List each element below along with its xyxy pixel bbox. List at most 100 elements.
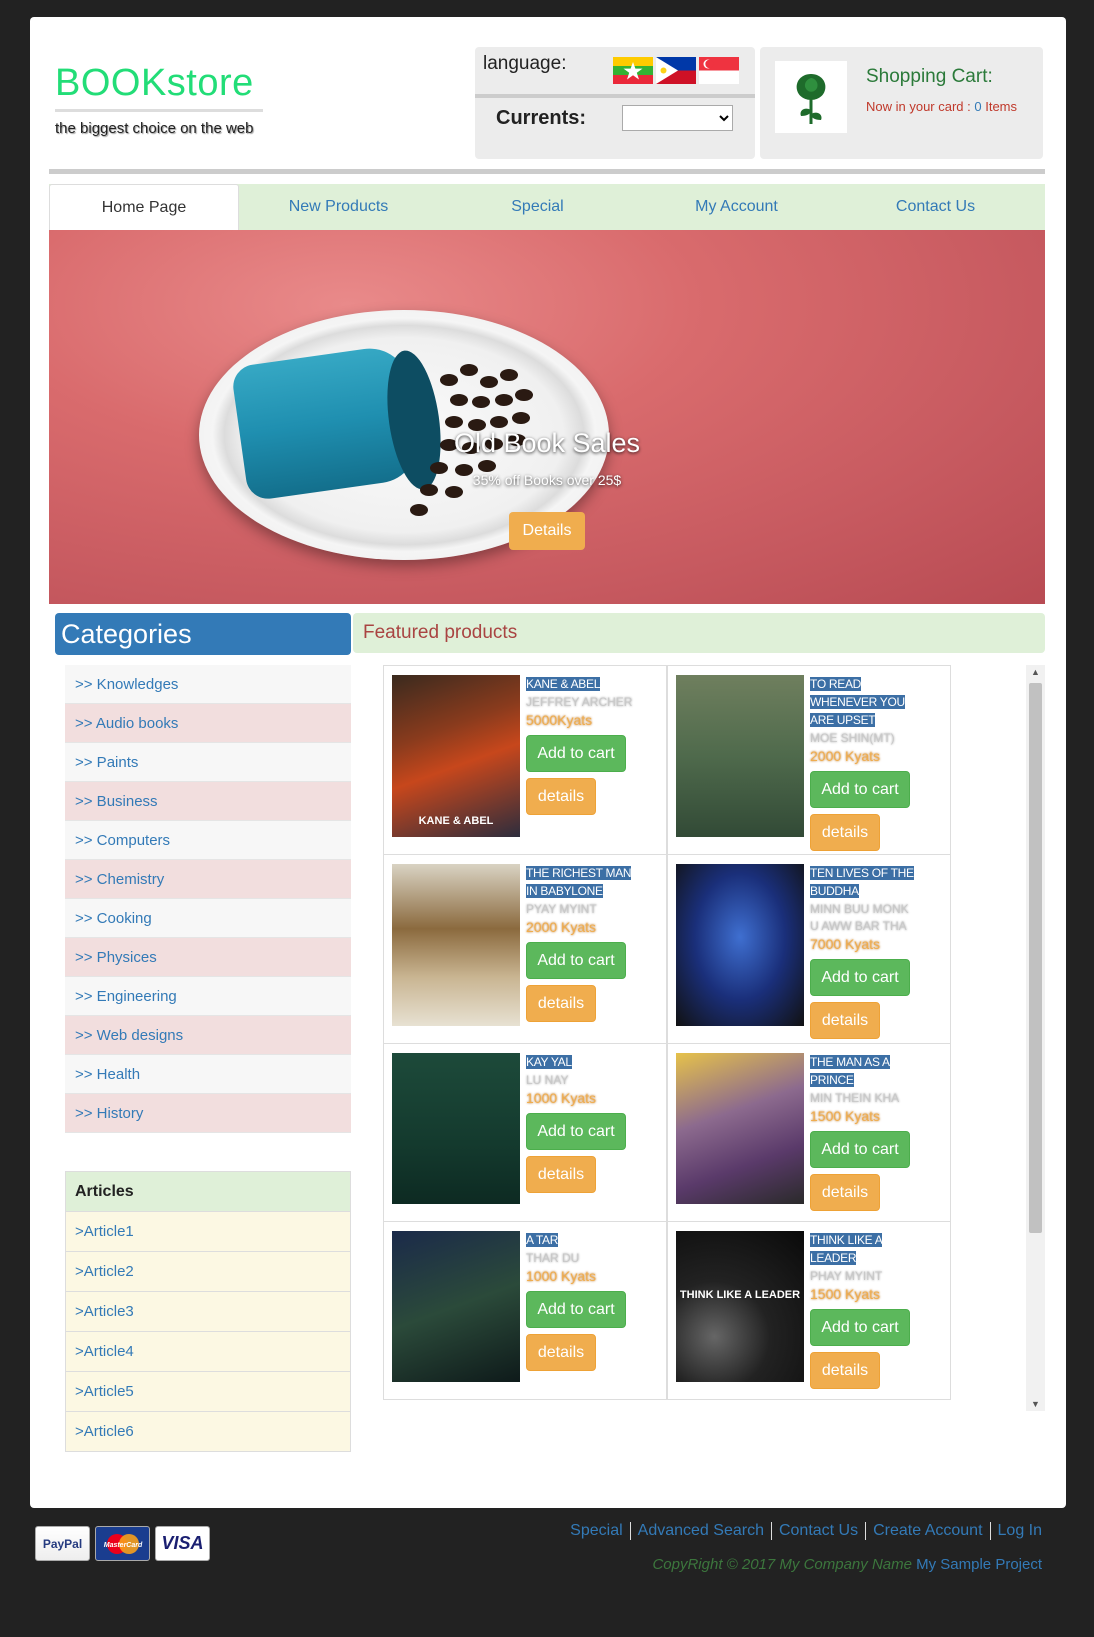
language-label: language:	[483, 53, 567, 74]
category-knowledges[interactable]: >> Knowledges	[65, 665, 351, 704]
currency-select[interactable]	[622, 105, 733, 131]
footer-link-contact-us[interactable]: Contact Us	[772, 1522, 867, 1540]
product-details-button[interactable]: details	[810, 1174, 880, 1211]
product-title[interactable]: A TAR	[526, 1233, 558, 1247]
category-cooking[interactable]: >> Cooking	[65, 899, 351, 938]
cart-title: Shopping Cart:	[866, 66, 993, 87]
category-health[interactable]: >> Health	[65, 1055, 351, 1094]
add-to-cart-button[interactable]: Add to cart	[810, 1309, 910, 1346]
hero-subcaption: 35% off Books over 25$	[472, 472, 622, 488]
product-cover-image[interactable]	[676, 675, 804, 837]
product-cover-image[interactable]	[392, 1231, 520, 1382]
category-business[interactable]: >> Business	[65, 782, 351, 821]
add-to-cart-button[interactable]: Add to cart	[810, 1131, 910, 1168]
singapore-flag-icon[interactable]	[699, 57, 739, 84]
footer-link-log-in[interactable]: Log In	[991, 1522, 1042, 1540]
product-author: MOE SHIN(MT)	[810, 731, 895, 745]
article-link-6[interactable]: >Article6	[66, 1411, 350, 1451]
product-info: KAY YAL LU NAY 1000 Kyats Add to cart detail…	[526, 1053, 666, 1193]
product-details-button[interactable]: details	[526, 985, 596, 1022]
product-cover-image[interactable]	[392, 864, 520, 1026]
logo-tagline: the biggest choice on the web	[55, 120, 254, 137]
featured-products-scroll[interactable]: KANE & ABEL KANE & ABEL JEFFREY ARCHER 5000…	[383, 665, 1045, 1411]
product-card: KAY YAL LU NAY 1000 Kyats Add to cart detail…	[383, 1043, 667, 1222]
category-paints[interactable]: >> Paints	[65, 743, 351, 782]
product-scrollbar[interactable]: ▲ ▼	[1026, 665, 1045, 1411]
scroll-up-arrow-icon[interactable]: ▲	[1026, 667, 1045, 677]
header-divider	[49, 169, 1045, 174]
product-title[interactable]: THE RICHEST MAN IN BABYLONE	[526, 866, 632, 898]
product-title[interactable]: TEN LIVES OF THE BUDDHA	[810, 866, 914, 898]
nav-contact-us[interactable]: Contact Us	[836, 184, 1035, 230]
hero-details-button[interactable]: Details	[509, 512, 585, 550]
product-title[interactable]: THINK LIKE A LEADER	[810, 1233, 883, 1265]
product-title[interactable]: KANE & ABEL	[526, 677, 600, 691]
product-title[interactable]: KAY YAL	[526, 1055, 572, 1069]
category-computers[interactable]: >> Computers	[65, 821, 351, 860]
product-cover-image[interactable]	[676, 864, 804, 1026]
scroll-thumb[interactable]	[1029, 683, 1042, 1233]
categories-list: >> Knowledges >> Audio books >> Paints >…	[65, 665, 351, 1133]
product-details-button[interactable]: details	[810, 1352, 880, 1389]
myanmar-flag-icon[interactable]	[613, 57, 653, 84]
articles-header: Articles	[66, 1172, 350, 1211]
payment-icons: PayPal MasterCard VISA	[35, 1526, 210, 1561]
add-to-cart-button[interactable]: Add to cart	[526, 1113, 626, 1150]
cart-count: 0	[974, 99, 982, 114]
product-author: PHAY MYINT	[810, 1269, 883, 1283]
articles-panel: Articles >Article1 >Article2 >Article3 >…	[65, 1171, 351, 1452]
main-nav: Home Page New Products Special My Accoun…	[49, 184, 1045, 230]
product-card: TEN LIVES OF THE BUDDHA MINN BUU MONK U A…	[667, 854, 951, 1044]
product-title[interactable]: THE MAN AS A PRINCE	[810, 1055, 890, 1087]
product-title[interactable]: TO READ WHENEVER YOU ARE UPSET	[810, 677, 905, 727]
footer-link-create-account[interactable]: Create Account	[866, 1522, 991, 1540]
article-link-1[interactable]: >Article1	[66, 1211, 350, 1251]
product-details-button[interactable]: details	[810, 1002, 880, 1039]
nav-new-products[interactable]: New Products	[239, 184, 438, 230]
copyright: CopyRight © 2017 My Company Name My Samp…	[652, 1556, 1042, 1573]
category-web-designs[interactable]: >> Web designs	[65, 1016, 351, 1055]
product-cover-image[interactable]	[392, 1053, 520, 1204]
product-card: THE MAN AS A PRINCE MIN THEIN KHA 1500 Kya…	[667, 1043, 951, 1222]
product-cover-image[interactable]	[676, 1053, 804, 1204]
footer-link-advanced-search[interactable]: Advanced Search	[631, 1522, 772, 1540]
add-to-cart-button[interactable]: Add to cart	[526, 735, 626, 772]
nav-special[interactable]: Special	[438, 184, 637, 230]
product-author: THAR DU	[526, 1251, 580, 1265]
add-to-cart-button[interactable]: Add to cart	[810, 771, 910, 808]
footer-link-special[interactable]: Special	[563, 1522, 631, 1540]
product-details-button[interactable]: details	[526, 1334, 596, 1371]
category-history[interactable]: >> History	[65, 1094, 351, 1133]
product-card: THINK LIKE A LEADER THINK LIKE A LEADER PH…	[667, 1221, 951, 1400]
product-details-button[interactable]: details	[526, 1156, 596, 1193]
add-to-cart-button[interactable]: Add to cart	[526, 1291, 626, 1328]
category-physices[interactable]: >> Physices	[65, 938, 351, 977]
page-container: BOOKstore the biggest choice on the web …	[30, 17, 1066, 1508]
featured-products-header: Featured products	[353, 613, 1045, 653]
article-link-5[interactable]: >Article5	[66, 1371, 350, 1411]
article-link-2[interactable]: >Article2	[66, 1251, 350, 1291]
product-cover-image[interactable]: KANE & ABEL	[392, 675, 520, 837]
category-chemistry[interactable]: >> Chemistry	[65, 860, 351, 899]
category-audio-books[interactable]: >> Audio books	[65, 704, 351, 743]
philippines-flag-icon[interactable]	[656, 57, 696, 84]
shopping-cart-panel[interactable]: Shopping Cart: Now in your card : 0 Item…	[760, 47, 1043, 159]
category-engineering[interactable]: >> Engineering	[65, 977, 351, 1016]
nav-home-page[interactable]: Home Page	[49, 184, 239, 230]
article-link-4[interactable]: >Article4	[66, 1331, 350, 1371]
site-logo[interactable]: BOOKstore the biggest choice on the web	[55, 62, 263, 137]
scroll-down-arrow-icon[interactable]: ▼	[1026, 1399, 1045, 1409]
product-details-button[interactable]: details	[810, 814, 880, 851]
product-cover-image[interactable]: THINK LIKE A LEADER	[676, 1231, 804, 1382]
add-to-cart-button[interactable]: Add to cart	[810, 959, 910, 996]
project-link[interactable]: My Sample Project	[916, 1556, 1042, 1573]
product-price: 1500 Kyats	[810, 1108, 881, 1124]
cover-text: KANE & ABEL	[418, 815, 494, 827]
nav-my-account[interactable]: My Account	[637, 184, 836, 230]
svg-text:MasterCard: MasterCard	[103, 1542, 142, 1549]
product-details-button[interactable]: details	[526, 778, 596, 815]
article-link-3[interactable]: >Article3	[66, 1291, 350, 1331]
add-to-cart-button[interactable]: Add to cart	[526, 942, 626, 979]
product-price: 2000 Kyats	[526, 919, 597, 935]
product-info: THE MAN AS A PRINCE MIN THEIN KHA 1500 Kya…	[810, 1053, 950, 1211]
